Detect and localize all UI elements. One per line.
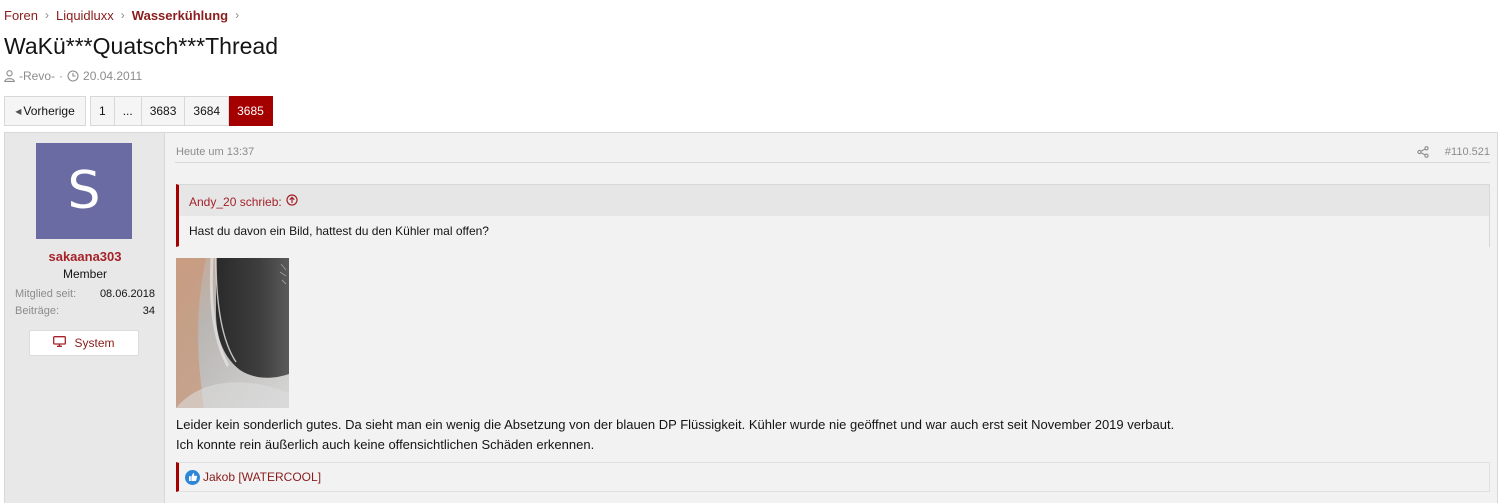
arrow-up-circle-icon[interactable] [282, 194, 298, 209]
system-label: System [74, 336, 115, 350]
avatar[interactable]: S [36, 143, 132, 239]
user-icon [4, 70, 15, 82]
breadcrumb: Foren › Liquidluxx › Wasserkühlung › [4, 6, 246, 24]
post-date[interactable]: Heute um 13:37 [176, 146, 254, 158]
clock-icon [67, 70, 79, 82]
breadcrumb-foren[interactable]: Foren [4, 8, 38, 23]
page-link-current[interactable]: 3685 [229, 96, 273, 126]
share-icon[interactable] [1417, 146, 1429, 161]
page-link-1[interactable]: 1 [90, 96, 115, 126]
stat-value: 08.06.2018 [99, 288, 155, 300]
reactions-bar: Jakob [WATERCOOL] [176, 462, 1490, 492]
post-body: Leider kein sonderlich gutes. Da sieht m… [176, 415, 1174, 455]
quote-body: Hast du davon ein Bild, hattest du den K… [179, 216, 1489, 247]
post-header: Heute um 13:37 #110.521 [175, 145, 1490, 163]
reaction-user-link[interactable]: Jakob [WATERCOOL] [203, 470, 321, 484]
quote-block: Andy_20 schrieb: Hast du davon ein Bild,… [176, 184, 1490, 247]
thread-meta: -Revo- · 20.04.2011 [4, 69, 142, 83]
quote-author[interactable]: Andy_20 schrieb: [189, 195, 282, 209]
stat-value: 34 [142, 305, 155, 317]
chevron-right-icon: › [120, 8, 125, 22]
thumbs-up-icon [185, 469, 200, 485]
breadcrumb-wasserkuehlung[interactable]: Wasserkühlung [132, 8, 228, 23]
thread-author[interactable]: -Revo- [19, 69, 55, 83]
page-title: WaKü***Quatsch***Thread [4, 33, 279, 59]
post-body-line: Ich konnte rein äußerlich auch keine off… [176, 437, 595, 452]
breadcrumb-liquidluxx[interactable]: Liquidluxx [56, 8, 114, 23]
stat-label: Beiträge: [15, 305, 60, 317]
post-body-line: Leider kein sonderlich gutes. Da sieht m… [176, 417, 1175, 432]
pagination: ◀ Vorherige 1 ... 3683 3684 3685 [4, 96, 273, 126]
page-ellipsis[interactable]: ... [114, 96, 142, 126]
chevron-right-icon: › [235, 8, 240, 22]
meta-dot: · [59, 69, 64, 83]
attachment-image[interactable] [176, 258, 289, 408]
stat-posts: Beiträge: 34 [15, 305, 155, 317]
monitor-icon [53, 336, 74, 350]
post: S sakaana303 Member Mitglied seit: 08.06… [4, 132, 1498, 503]
post-user-panel: S sakaana303 Member Mitglied seit: 08.06… [5, 133, 165, 503]
system-button[interactable]: System [29, 330, 139, 356]
quote-header[interactable]: Andy_20 schrieb: [189, 194, 298, 209]
page-link-3683[interactable]: 3683 [141, 96, 186, 126]
stat-label: Mitglied seit: [15, 288, 77, 300]
post-number[interactable]: #110.521 [1445, 146, 1490, 158]
thread-date[interactable]: 20.04.2011 [83, 69, 142, 83]
post-main: Heute um 13:37 #110.521 Andy_20 schrieb:… [175, 133, 1490, 503]
prev-page-label: Vorherige [23, 104, 75, 118]
quote-text: Hast du davon ein Bild, hattest du den K… [189, 224, 489, 238]
username[interactable]: sakaana303 [5, 249, 165, 264]
chevron-right-icon: › [44, 8, 49, 22]
triangle-left-icon: ◀ [15, 106, 22, 116]
user-title: Member [62, 267, 107, 281]
prev-page-button[interactable]: ◀ Vorherige [4, 96, 86, 126]
stat-member-since: Mitglied seit: 08.06.2018 [15, 288, 155, 300]
page-link-3684[interactable]: 3684 [185, 96, 230, 126]
